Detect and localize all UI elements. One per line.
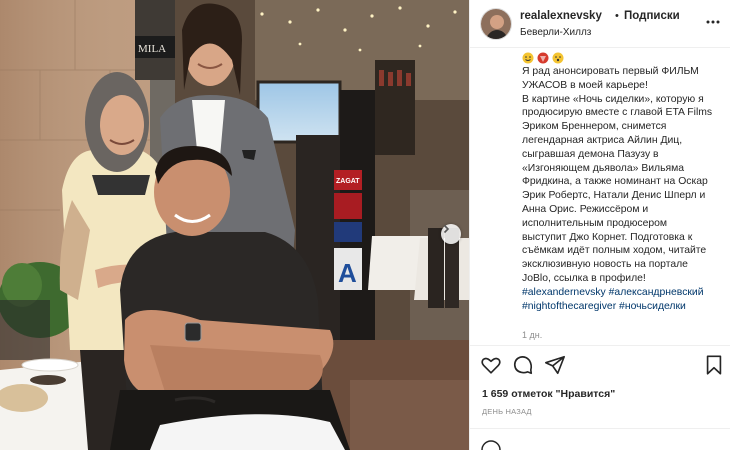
emoji-red-icon — [537, 52, 549, 64]
post-header: realalexnevsky • Подписки Беверли-Хиллз — [470, 0, 730, 48]
emoji-picker-icon[interactable] — [480, 439, 502, 450]
caption-line: легендарная актриса Айлин Диц, — [522, 134, 683, 146]
hashtag-link[interactable]: #alexandernevsky — [522, 287, 606, 298]
caption-line: выступит Джо Корнет. Подготовка к — [522, 231, 693, 243]
caption-line: Анна Орис. Режиссёром и — [522, 203, 649, 215]
svg-text:A: A — [338, 258, 357, 288]
following-button[interactable]: Подписки — [624, 10, 680, 22]
caption-line: эксклюзивную новость на портале — [522, 259, 688, 271]
post-photo[interactable]: MILA ZAGAT A — [0, 0, 469, 450]
caption-line: JoBlo, ссылка в профиле! — [522, 272, 646, 284]
photo-scene: MILA ZAGAT A — [0, 0, 469, 450]
avatar[interactable] — [480, 8, 512, 40]
hashtag-link[interactable]: #ночьсиделки — [619, 301, 686, 312]
caption-line: исполнительным продюсером — [522, 217, 668, 229]
emoji-face-icon — [522, 52, 534, 64]
more-options-icon[interactable] — [705, 14, 721, 30]
chevron-right-icon — [443, 224, 450, 234]
caption-text: Я рад анонсировать первый ФИЛЬМ УЖАСОВ в … — [522, 65, 724, 286]
post-sidebar: realalexnevsky • Подписки Беверли-Хиллз … — [469, 0, 730, 450]
comment-bar — [470, 428, 730, 450]
caption-line: Эриком Бреннером, снимется — [522, 121, 667, 133]
action-bar — [470, 345, 730, 381]
caption-line: съёмкам идёт полным ходом, читайте — [522, 245, 707, 257]
caption-line: сыгравшая демона Пазузу в — [522, 148, 659, 160]
likes-count[interactable]: 1 659 отметок "Нравится" — [482, 388, 615, 400]
caption-age: 1 дн. — [522, 330, 543, 340]
location-link[interactable]: Беверли-Хиллз — [520, 27, 591, 38]
caption-line: В картине «Ночь сиделки», которую я — [522, 93, 704, 105]
post-timestamp: ДЕНЬ НАЗАД — [482, 407, 532, 416]
zagat-sticker-text: ZAGAT — [336, 178, 360, 185]
hashtag-link[interactable]: #александрневский — [609, 287, 704, 298]
sign-text: MILA — [138, 43, 166, 55]
emoji-face2-icon — [552, 52, 564, 64]
post-caption: Я рад анонсировать первый ФИЛЬМ УЖАСОВ в … — [522, 52, 724, 313]
bookmark-icon[interactable] — [703, 354, 725, 376]
username-link[interactable]: realalexnevsky — [520, 10, 602, 22]
header-separator: • — [615, 10, 619, 22]
caption-line: УЖАСОВ в моей карьере! — [522, 79, 648, 91]
caption-line: продюсирую вместе с главой ETA Films — [522, 107, 713, 119]
heart-icon[interactable] — [480, 354, 502, 376]
emoji-row — [522, 52, 724, 64]
hashtag-list: #alexandernevsky #александрневский #nigh… — [522, 286, 724, 314]
caption-line: Эрик Робертс, Натали Денис Шперл и — [522, 190, 706, 202]
share-icon[interactable] — [544, 354, 566, 376]
hashtag-link[interactable]: #nightofthecaregiver — [522, 301, 616, 312]
caption-line: «Изгоняющем дьявола» Вильяма — [522, 162, 685, 174]
carousel-next-button[interactable] — [441, 224, 461, 244]
avatar-image — [481, 9, 511, 39]
comment-icon[interactable] — [512, 354, 534, 376]
caption-line: Фридкина, а также номинант на Оскар — [522, 176, 708, 188]
caption-line: Я рад анонсировать первый ФИЛЬМ — [522, 66, 699, 77]
